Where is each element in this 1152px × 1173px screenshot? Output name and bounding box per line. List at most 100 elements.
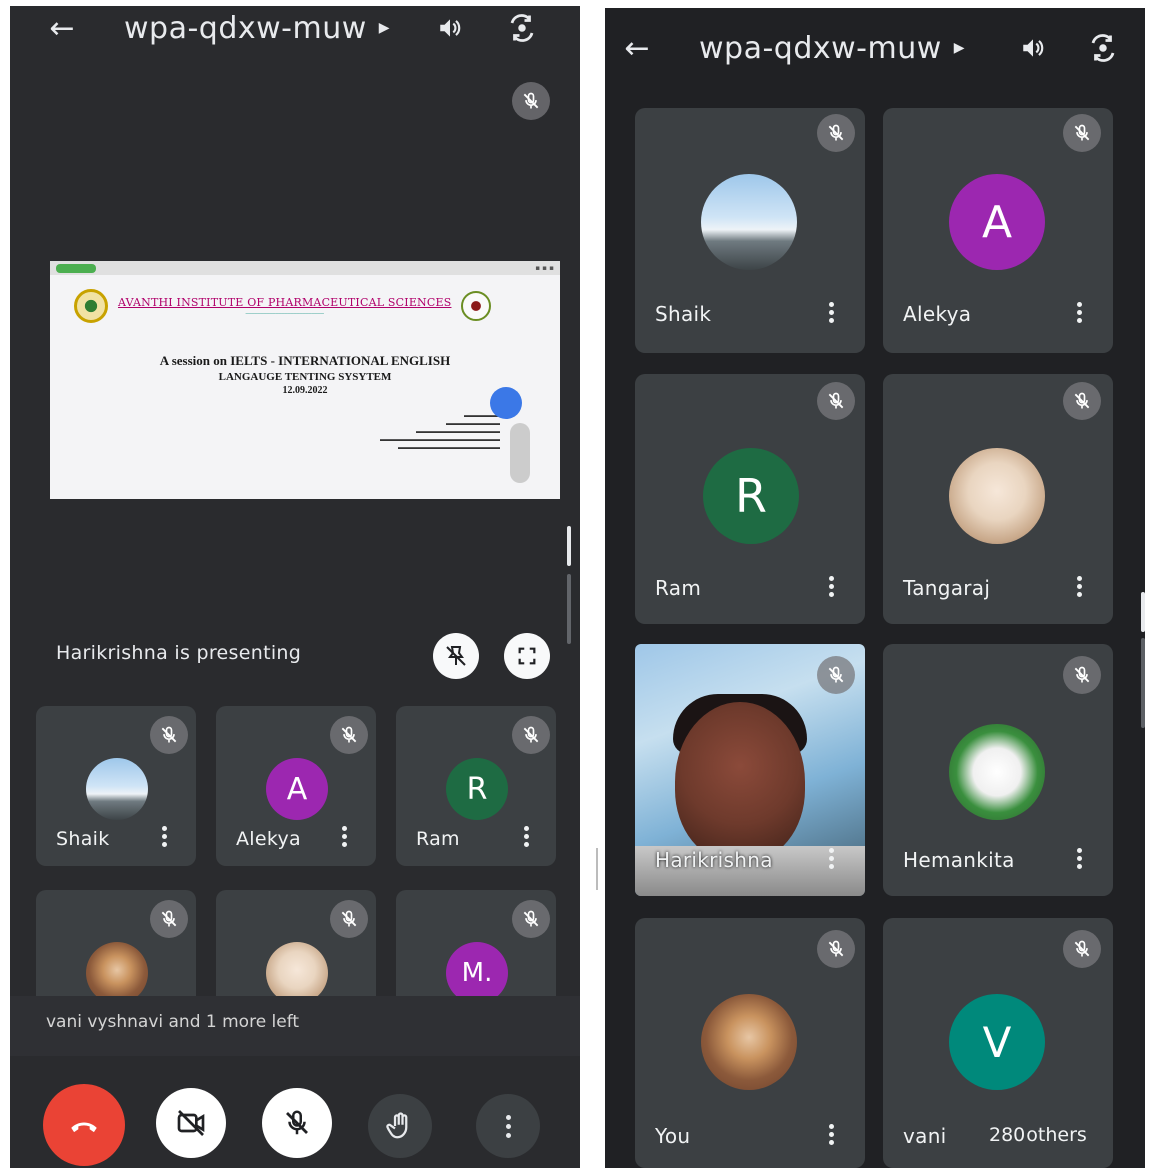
participant-name: You — [655, 1124, 691, 1148]
participant-tile[interactable]: M. — [396, 890, 556, 1010]
participant-name: Ram — [416, 828, 460, 850]
right-meet-screen: ← wpa-qdxw-muw ▶ Shaik A Alekya R Ram Ta… — [605, 8, 1145, 1168]
left-message-text: vani vyshnavi and 1 more left — [46, 1012, 300, 1032]
participant-tile[interactable]: R Ram — [396, 706, 556, 866]
more-vert-icon — [505, 1114, 511, 1138]
more-vert-icon[interactable] — [342, 826, 347, 847]
more-options-button[interactable] — [476, 1094, 540, 1158]
participant-tile[interactable]: Shaik — [635, 108, 865, 353]
unpin-button[interactable] — [433, 633, 479, 679]
presenter-mic-off-icon — [512, 82, 550, 120]
floating-screen-button[interactable] — [490, 387, 522, 419]
mic-off-icon — [150, 900, 188, 938]
avatar: A — [949, 174, 1045, 270]
more-vert-icon[interactable] — [162, 826, 167, 847]
avatar — [949, 448, 1045, 544]
avatar: M. — [446, 942, 508, 1004]
more-vert-icon[interactable] — [1077, 848, 1082, 869]
mic-off-icon — [817, 656, 855, 694]
switch-camera-icon[interactable] — [1083, 28, 1123, 68]
participant-video-tile[interactable]: Harikrishna — [635, 644, 865, 896]
meeting-code-title[interactable]: wpa-qdxw-muw — [124, 11, 367, 46]
participant-video-face — [675, 702, 805, 862]
session-title-line1: A session on IELTS - INTERNATIONAL ENGLI… — [159, 353, 451, 368]
scroll-indicator[interactable] — [1141, 592, 1145, 632]
more-vert-icon[interactable] — [1077, 302, 1082, 323]
caret-right-icon[interactable]: ▶ — [954, 40, 965, 56]
caret-right-icon[interactable]: ▶ — [379, 20, 390, 36]
raise-hand-icon — [386, 1112, 408, 1139]
others-count[interactable]: 280others — [989, 1124, 1087, 1146]
participant-name: Tangaraj — [903, 576, 991, 600]
back-arrow-icon[interactable]: ← — [42, 11, 82, 46]
participant-name: Hemankita — [903, 848, 1015, 872]
participant-tile[interactable]: R Ram — [635, 374, 865, 624]
camera-off-icon — [177, 1110, 205, 1136]
session-date: 12.09.2022 — [282, 385, 328, 396]
avatar — [86, 942, 148, 1004]
avatar: V — [949, 994, 1045, 1090]
scroll-indicator[interactable] — [567, 526, 571, 566]
session-title-line2: LANGAUGE TENTING SYSYTEM — [218, 371, 392, 383]
participant-left-toast: vani vyshnavi and 1 more left — [10, 996, 580, 1056]
avatar: R — [703, 448, 799, 544]
mic-off-icon — [512, 900, 550, 938]
mic-off-icon — [817, 382, 855, 420]
participant-name: Alekya — [903, 302, 972, 326]
mic-off-icon — [817, 930, 855, 968]
participant-tile[interactable]: Shaik — [36, 706, 196, 866]
mic-off-icon — [1063, 656, 1101, 694]
presenting-status: Harikrishna is presenting — [56, 642, 302, 664]
participant-name: vani — [903, 1124, 947, 1148]
emblem-logo — [461, 291, 492, 321]
volume-icon[interactable] — [1013, 28, 1053, 68]
participant-tile[interactable]: A Alekya — [216, 706, 376, 866]
avatar — [701, 994, 797, 1090]
participant-name: Alekya — [236, 828, 301, 850]
mic-off-icon — [1063, 114, 1101, 152]
more-vert-icon[interactable] — [829, 576, 834, 597]
participant-tile[interactable]: Tangaraj — [883, 374, 1113, 624]
mic-off-icon — [330, 716, 368, 754]
raise-hand-button[interactable] — [368, 1094, 432, 1158]
volume-icon[interactable] — [430, 8, 470, 48]
participant-name: Ram — [655, 576, 702, 600]
pin-off-icon — [446, 646, 466, 666]
participant-name: Shaik — [56, 828, 110, 850]
mic-off-icon — [1063, 382, 1101, 420]
participant-tile[interactable]: V vani 280others — [883, 918, 1113, 1168]
more-vert-icon[interactable] — [829, 302, 834, 323]
mic-off-icon — [1063, 930, 1101, 968]
avatar: A — [266, 758, 328, 820]
participant-name: Harikrishna — [655, 848, 773, 872]
avatar — [266, 942, 328, 1004]
participant-tile[interactable] — [36, 890, 196, 1010]
presenter-credits: ▬▬▬▬▬▬ ▬▬▬▬▬▬▬▬▬ ▬▬▬▬▬▬▬▬▬▬▬▬▬▬ ▬▬▬▬▬▬▬▬▬▬▬… — [380, 413, 500, 452]
camera-toggle-button[interactable] — [156, 1088, 226, 1158]
fullscreen-icon — [518, 647, 536, 665]
more-vert-icon[interactable] — [829, 848, 834, 869]
fullscreen-button[interactable] — [504, 633, 550, 679]
avatar — [86, 758, 148, 820]
more-vert-icon[interactable] — [1077, 576, 1082, 597]
back-arrow-icon[interactable]: ← — [617, 31, 657, 66]
switch-camera-icon[interactable] — [502, 8, 542, 48]
mic-toggle-button[interactable] — [262, 1088, 332, 1158]
more-vert-icon[interactable] — [524, 826, 529, 847]
participant-name: Shaik — [655, 302, 712, 326]
end-call-button[interactable] — [43, 1084, 125, 1166]
mic-off-icon — [330, 900, 368, 938]
participant-tile[interactable] — [216, 890, 376, 1010]
mic-off-icon — [286, 1110, 308, 1135]
institute-name: AVANTHI INSTITUTE OF PHARMACEUTICAL SCIE… — [118, 295, 452, 309]
participant-tile[interactable]: You — [635, 918, 865, 1168]
mic-off-icon — [817, 114, 855, 152]
avatar — [701, 174, 797, 270]
more-vert-icon[interactable] — [829, 1124, 834, 1145]
right-topbar: ← wpa-qdxw-muw ▶ — [605, 18, 1145, 78]
meeting-code-title[interactable]: wpa-qdxw-muw — [699, 31, 942, 66]
avatar: R — [446, 758, 508, 820]
participant-tile[interactable]: Hemankita — [883, 644, 1113, 896]
presentation-slide: ▪ ▪ ▪ AVANTHI INSTITUTE OF PHARMACEUTICA… — [50, 261, 560, 499]
participant-tile[interactable]: A Alekya — [883, 108, 1113, 353]
